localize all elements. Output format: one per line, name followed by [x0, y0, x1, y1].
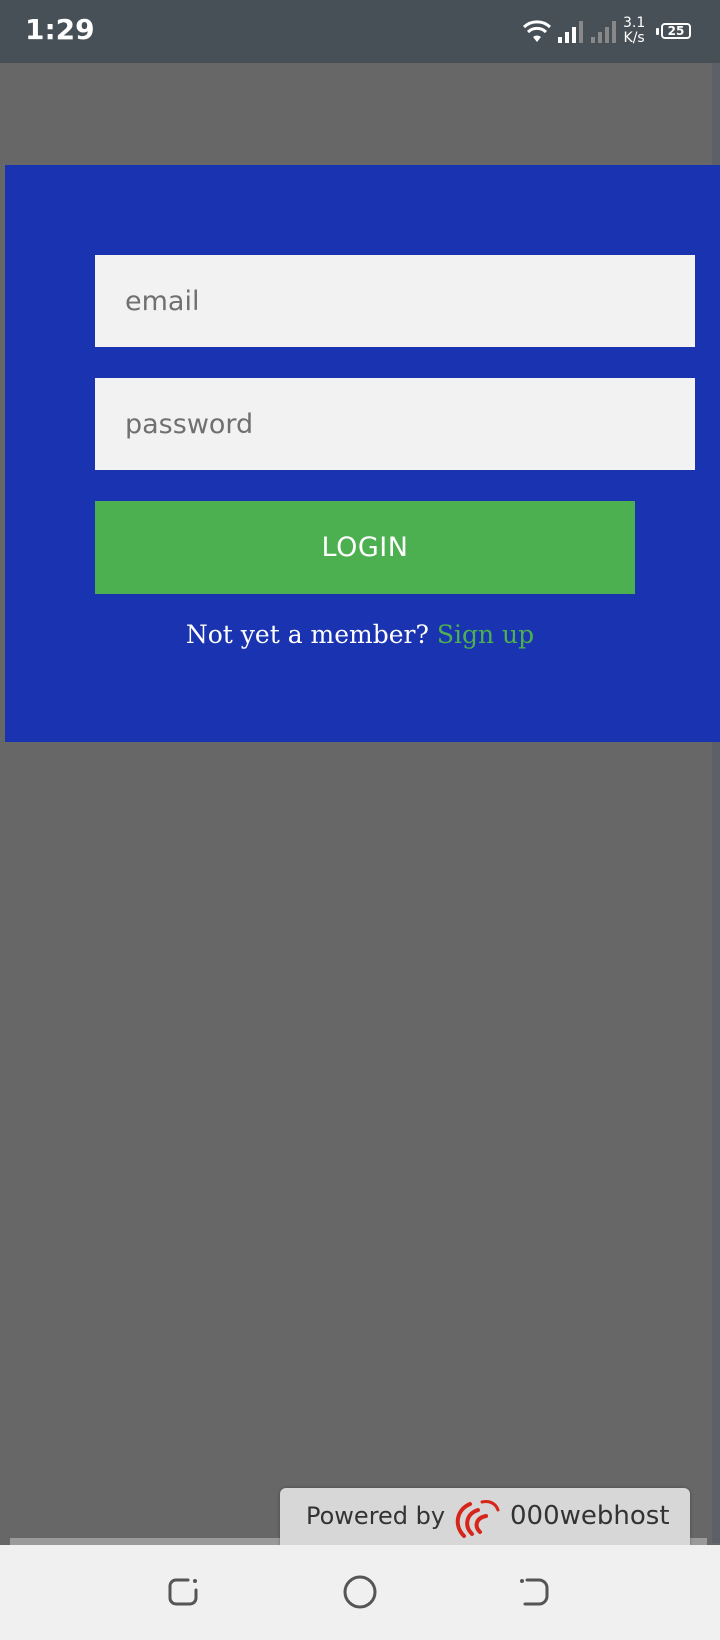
net-speed-value: 3.1 [623, 15, 646, 31]
net-speed: 3.1 K/s [623, 16, 645, 46]
brand-name: 000webhost [510, 1501, 670, 1531]
status-time: 1:29 [25, 13, 95, 46]
email-field[interactable] [95, 255, 695, 347]
battery-tip [656, 28, 659, 35]
net-speed-unit: K/s [623, 30, 645, 46]
signup-link[interactable]: Sign up [437, 620, 534, 649]
powered-by-badge[interactable]: Powered by 000webhost [280, 1488, 690, 1546]
powered-by-text: Powered by [306, 1502, 446, 1530]
battery-icon: 25 [661, 23, 691, 39]
signal-icon [558, 21, 583, 43]
member-prompt-text: Not yet a member? [185, 620, 429, 649]
signal-weak-icon [591, 21, 616, 43]
signup-prompt: Not yet a member? Sign up [0, 620, 720, 649]
navigation-bar [0, 1545, 720, 1640]
recent-apps-icon[interactable] [164, 1572, 204, 1612]
wifi-icon [522, 20, 552, 42]
back-icon[interactable] [515, 1572, 555, 1612]
status-bar: 1:29 3.1 K/s 25 [0, 0, 720, 63]
brand-logo-icon [455, 1500, 500, 1538]
login-button[interactable]: LOGIN [95, 501, 635, 594]
home-icon[interactable] [340, 1572, 380, 1612]
password-field[interactable] [95, 378, 695, 470]
